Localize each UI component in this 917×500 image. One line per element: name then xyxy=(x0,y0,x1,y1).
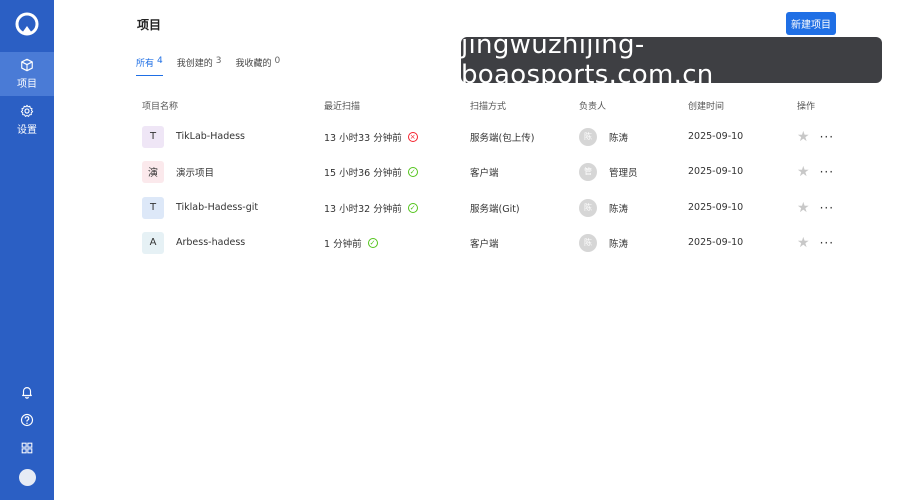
scan-method-cell: 服务端(Git) xyxy=(470,190,520,225)
more-actions-icon[interactable]: ··· xyxy=(820,165,834,179)
table-row[interactable]: 演 演示项目 15 小时36 分钟前 ✓ 客户端 管 管理员 2025-09-1… xyxy=(0,154,917,189)
scan-method-cell: 服务端(包上传) xyxy=(470,119,534,154)
scan-method-cell: 客户端 xyxy=(470,225,499,260)
actions-cell: ★ ··· xyxy=(797,225,834,260)
owner-cell: 陈 陈涛 xyxy=(579,190,628,225)
owner-name: 陈涛 xyxy=(609,132,629,144)
tab-all[interactable]: 所有 4 xyxy=(136,56,163,76)
tab-label: 所有 xyxy=(136,59,155,69)
project-badge: T xyxy=(142,196,164,219)
owner-avatar: 陈 xyxy=(579,233,597,252)
tab-favorites[interactable]: 我收藏的 0 xyxy=(236,56,281,76)
owner-name: 陈涛 xyxy=(609,203,629,215)
page-title: 项目 xyxy=(137,18,162,32)
project-name-cell[interactable]: T Tiklab-Hadess-git xyxy=(142,190,258,225)
scan-method: 服务端(Git) xyxy=(470,203,520,215)
tab-count: 0 xyxy=(274,56,281,66)
scan-success-icon: ✓ xyxy=(407,202,418,213)
actions-cell: ★ ··· xyxy=(797,119,834,154)
scan-method: 服务端(包上传) xyxy=(470,132,535,144)
column-header-owner: 负责人 xyxy=(579,102,607,112)
user-avatar[interactable] xyxy=(19,469,36,486)
project-name-cell[interactable]: A Arbess-hadess xyxy=(142,225,245,260)
table-header: 项目名称 最近扫描 扫描方式 负责人 创建时间 操作 xyxy=(0,99,917,113)
table-row[interactable]: T TikLab-Hadess 13 小时33 分钟前 × 服务端(包上传) 陈… xyxy=(0,119,917,154)
column-header-name: 项目名称 xyxy=(142,102,179,112)
created-date: 2025-09-10 xyxy=(688,131,744,142)
project-name-cell[interactable]: 演 演示项目 xyxy=(142,154,214,189)
last-scan-cell: 13 小时33 分钟前 × xyxy=(324,119,418,154)
column-header-actions: 操作 xyxy=(797,102,816,112)
owner-avatar: 陈 xyxy=(579,198,597,217)
owner-cell: 陈 陈涛 xyxy=(579,225,628,260)
created-cell: 2025-09-10 xyxy=(688,154,743,189)
bell-icon[interactable] xyxy=(20,384,34,399)
table-row[interactable]: T Tiklab-Hadess-git 13 小时32 分钟前 ✓ 服务端(Gi… xyxy=(0,190,917,225)
column-header-scan-method: 扫描方式 xyxy=(470,102,507,112)
created-cell: 2025-09-10 xyxy=(688,119,743,154)
column-header-last-scan: 最近扫描 xyxy=(324,102,361,112)
owner-name: 管理员 xyxy=(609,167,638,179)
tab-label: 我收藏的 xyxy=(235,59,272,69)
tab-count: 4 xyxy=(157,56,163,66)
more-actions-icon[interactable]: ··· xyxy=(820,201,834,215)
last-scan-time: 13 小时33 分钟前 xyxy=(324,132,402,144)
project-name[interactable]: Arbess-hadess xyxy=(176,237,245,248)
app-logo-icon[interactable] xyxy=(15,12,39,36)
more-actions-icon[interactable]: ··· xyxy=(820,236,834,250)
created-date: 2025-09-10 xyxy=(688,202,744,213)
apps-grid-icon[interactable] xyxy=(20,440,34,454)
last-scan-time: 13 小时32 分钟前 xyxy=(324,203,402,215)
project-name-cell[interactable]: T TikLab-Hadess xyxy=(142,119,245,154)
last-scan-time: 15 小时36 分钟前 xyxy=(324,167,402,179)
scan-method: 客户端 xyxy=(470,167,499,179)
nav-item-projects[interactable]: 项目 xyxy=(0,52,54,96)
scan-method: 客户端 xyxy=(470,238,499,250)
watermark-banner: jingwuzhijing-boaosports.com.cn xyxy=(461,30,882,90)
tab-created-by-me[interactable]: 我创建的 3 xyxy=(177,56,222,76)
last-scan-cell: 13 小时32 分钟前 ✓ xyxy=(324,190,418,225)
favorite-star-icon[interactable]: ★ xyxy=(797,235,810,251)
filter-tabs: 所有 4 我创建的 3 我收藏的 0 xyxy=(136,56,280,76)
more-actions-icon[interactable]: ··· xyxy=(820,130,834,144)
owner-avatar: 管 xyxy=(579,162,597,181)
project-badge: 演 xyxy=(142,160,164,183)
created-cell: 2025-09-10 xyxy=(688,225,743,260)
scan-success-icon: ✓ xyxy=(367,237,378,248)
created-date: 2025-09-10 xyxy=(688,166,744,177)
owner-avatar: 陈 xyxy=(579,127,597,146)
actions-cell: ★ ··· xyxy=(797,154,834,189)
actions-cell: ★ ··· xyxy=(797,190,834,225)
nav-label-projects: 项目 xyxy=(17,79,37,90)
last-scan-time: 1 分钟前 xyxy=(324,238,362,250)
last-scan-cell: 15 小时36 分钟前 ✓ xyxy=(324,154,418,189)
created-date: 2025-09-10 xyxy=(688,237,744,248)
owner-cell: 管 管理员 xyxy=(579,154,638,189)
favorite-star-icon[interactable]: ★ xyxy=(797,200,810,216)
project-name[interactable]: 演示项目 xyxy=(176,165,214,179)
tab-label: 我创建的 xyxy=(176,59,213,69)
project-name[interactable]: TikLab-Hadess xyxy=(176,131,245,142)
created-cell: 2025-09-10 xyxy=(688,190,743,225)
project-badge: A xyxy=(142,231,164,254)
favorite-star-icon[interactable]: ★ xyxy=(797,164,810,180)
scan-error-icon: × xyxy=(407,131,418,142)
owner-cell: 陈 陈涛 xyxy=(579,119,628,154)
help-icon[interactable] xyxy=(20,412,34,427)
project-name[interactable]: Tiklab-Hadess-git xyxy=(176,202,258,213)
favorite-star-icon[interactable]: ★ xyxy=(797,129,810,145)
last-scan-cell: 1 分钟前 ✓ xyxy=(324,225,378,260)
tab-count: 3 xyxy=(215,56,222,66)
project-badge: T xyxy=(142,125,164,148)
scan-success-icon: ✓ xyxy=(407,166,418,177)
column-header-created: 创建时间 xyxy=(688,102,725,112)
table-row[interactable]: A Arbess-hadess 1 分钟前 ✓ 客户端 陈 陈涛 2025-09… xyxy=(0,225,917,260)
scan-method-cell: 客户端 xyxy=(470,154,499,189)
owner-name: 陈涛 xyxy=(609,238,629,250)
cube-icon xyxy=(21,58,33,72)
